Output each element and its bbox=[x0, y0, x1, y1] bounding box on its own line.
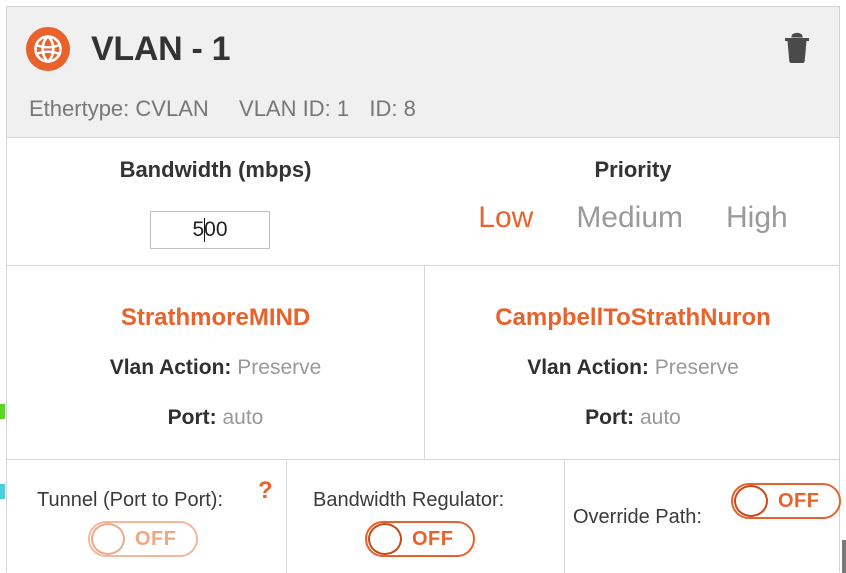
override-path-toggle-state: OFF bbox=[778, 490, 820, 512]
bandwidth-regulator-toggle-state: OFF bbox=[412, 528, 454, 550]
override-path-cell: Override Path: OFF bbox=[565, 461, 841, 573]
id-value: 8 bbox=[403, 96, 416, 121]
tunnel-label: Tunnel (Port to Port): bbox=[37, 489, 223, 511]
endpoint-b-port-value: auto bbox=[639, 406, 681, 429]
endpoint-b-vlan-action-label: Vlan Action: bbox=[527, 356, 649, 379]
vlan-detail-card: VLAN - 1 Ethertype: CVLAN VLAN ID: 1 ID:… bbox=[6, 6, 841, 573]
endpoint-panel-a: StrathmoreMIND Vlan Action: Preserve Por… bbox=[7, 266, 424, 459]
priority-cell: Priority Low Medium High bbox=[425, 138, 841, 265]
id-label: ID: bbox=[369, 96, 398, 121]
bandwidth-label: Bandwidth (mbps) bbox=[119, 157, 312, 182]
endpoint-a-vlan-action-label: Vlan Action: bbox=[109, 356, 232, 379]
override-path-toggle[interactable]: OFF bbox=[731, 483, 841, 519]
tunnel-toggle[interactable]: OFF bbox=[88, 521, 198, 557]
endpoint-status-marker-green bbox=[0, 404, 5, 419]
help-question-icon[interactable]: ? bbox=[258, 477, 273, 505]
tunnel-toggle-state: OFF bbox=[135, 528, 177, 550]
endpoint-name-b[interactable]: CampbellToStrathNuron bbox=[425, 304, 841, 332]
override-path-label: Override Path: bbox=[573, 506, 702, 528]
bandwidth-regulator-label: Bandwidth Regulator: bbox=[313, 489, 505, 511]
endpoints-row: StrathmoreMIND Vlan Action: Preserve Por… bbox=[7, 266, 839, 460]
toggles-row: Tunnel (Port to Port): ? OFF Bandwidth R… bbox=[7, 461, 841, 573]
override-path-toggle-knob bbox=[734, 485, 768, 517]
endpoint-a-port-label: Port: bbox=[167, 406, 217, 429]
config-row: Bandwidth (mbps) Priority Low Medium Hig… bbox=[7, 138, 839, 266]
bandwidth-regulator-toggle-knob bbox=[368, 523, 402, 555]
scrollbar-thumb[interactable] bbox=[842, 540, 846, 573]
bandwidth-input[interactable] bbox=[150, 211, 270, 249]
priority-options: Low Medium High bbox=[425, 201, 841, 235]
bandwidth-regulator-cell: Bandwidth Regulator: OFF bbox=[287, 461, 564, 573]
priority-label: Priority bbox=[594, 157, 672, 182]
endpoint-panel-b: CampbellToStrathNuron Vlan Action: Prese… bbox=[425, 266, 841, 459]
endpoint-a-port-value: auto bbox=[222, 406, 264, 429]
endpoint-name-a[interactable]: StrathmoreMIND bbox=[7, 304, 424, 332]
header-meta: Ethertype: CVLAN VLAN ID: 1 ID: 8 bbox=[29, 95, 416, 123]
endpoint-b-vlan-action: Vlan Action: Preserve bbox=[425, 356, 841, 380]
network-globe-icon bbox=[25, 26, 71, 72]
card-header: VLAN - 1 Ethertype: CVLAN VLAN ID: 1 ID:… bbox=[7, 7, 839, 138]
priority-option-high[interactable]: High bbox=[726, 201, 788, 235]
bandwidth-cell: Bandwidth (mbps) bbox=[7, 138, 424, 265]
priority-option-medium[interactable]: Medium bbox=[576, 201, 683, 235]
trash-icon[interactable] bbox=[781, 29, 813, 64]
endpoint-a-vlan-action-value: Preserve bbox=[237, 356, 322, 379]
vlan-id-value: 1 bbox=[336, 96, 350, 121]
endpoint-a-vlan-action: Vlan Action: Preserve bbox=[7, 356, 424, 380]
text-caret bbox=[204, 218, 205, 242]
tunnel-toggle-cell: Tunnel (Port to Port): ? OFF bbox=[7, 461, 286, 573]
endpoint-b-port-label: Port: bbox=[585, 406, 635, 429]
endpoint-status-marker-cyan bbox=[0, 484, 5, 499]
page-title: VLAN - 1 bbox=[91, 30, 231, 68]
endpoint-a-port: Port: auto bbox=[7, 406, 424, 430]
ethertype-value: CVLAN bbox=[135, 96, 209, 121]
bandwidth-regulator-toggle[interactable]: OFF bbox=[365, 521, 475, 557]
ethertype-label: Ethertype: bbox=[29, 96, 130, 121]
endpoint-b-port: Port: auto bbox=[425, 406, 841, 430]
vlan-id-label: VLAN ID: bbox=[239, 96, 331, 121]
endpoint-b-vlan-action-value: Preserve bbox=[654, 356, 739, 379]
priority-option-low[interactable]: Low bbox=[478, 201, 533, 235]
tunnel-toggle-knob bbox=[91, 523, 125, 555]
